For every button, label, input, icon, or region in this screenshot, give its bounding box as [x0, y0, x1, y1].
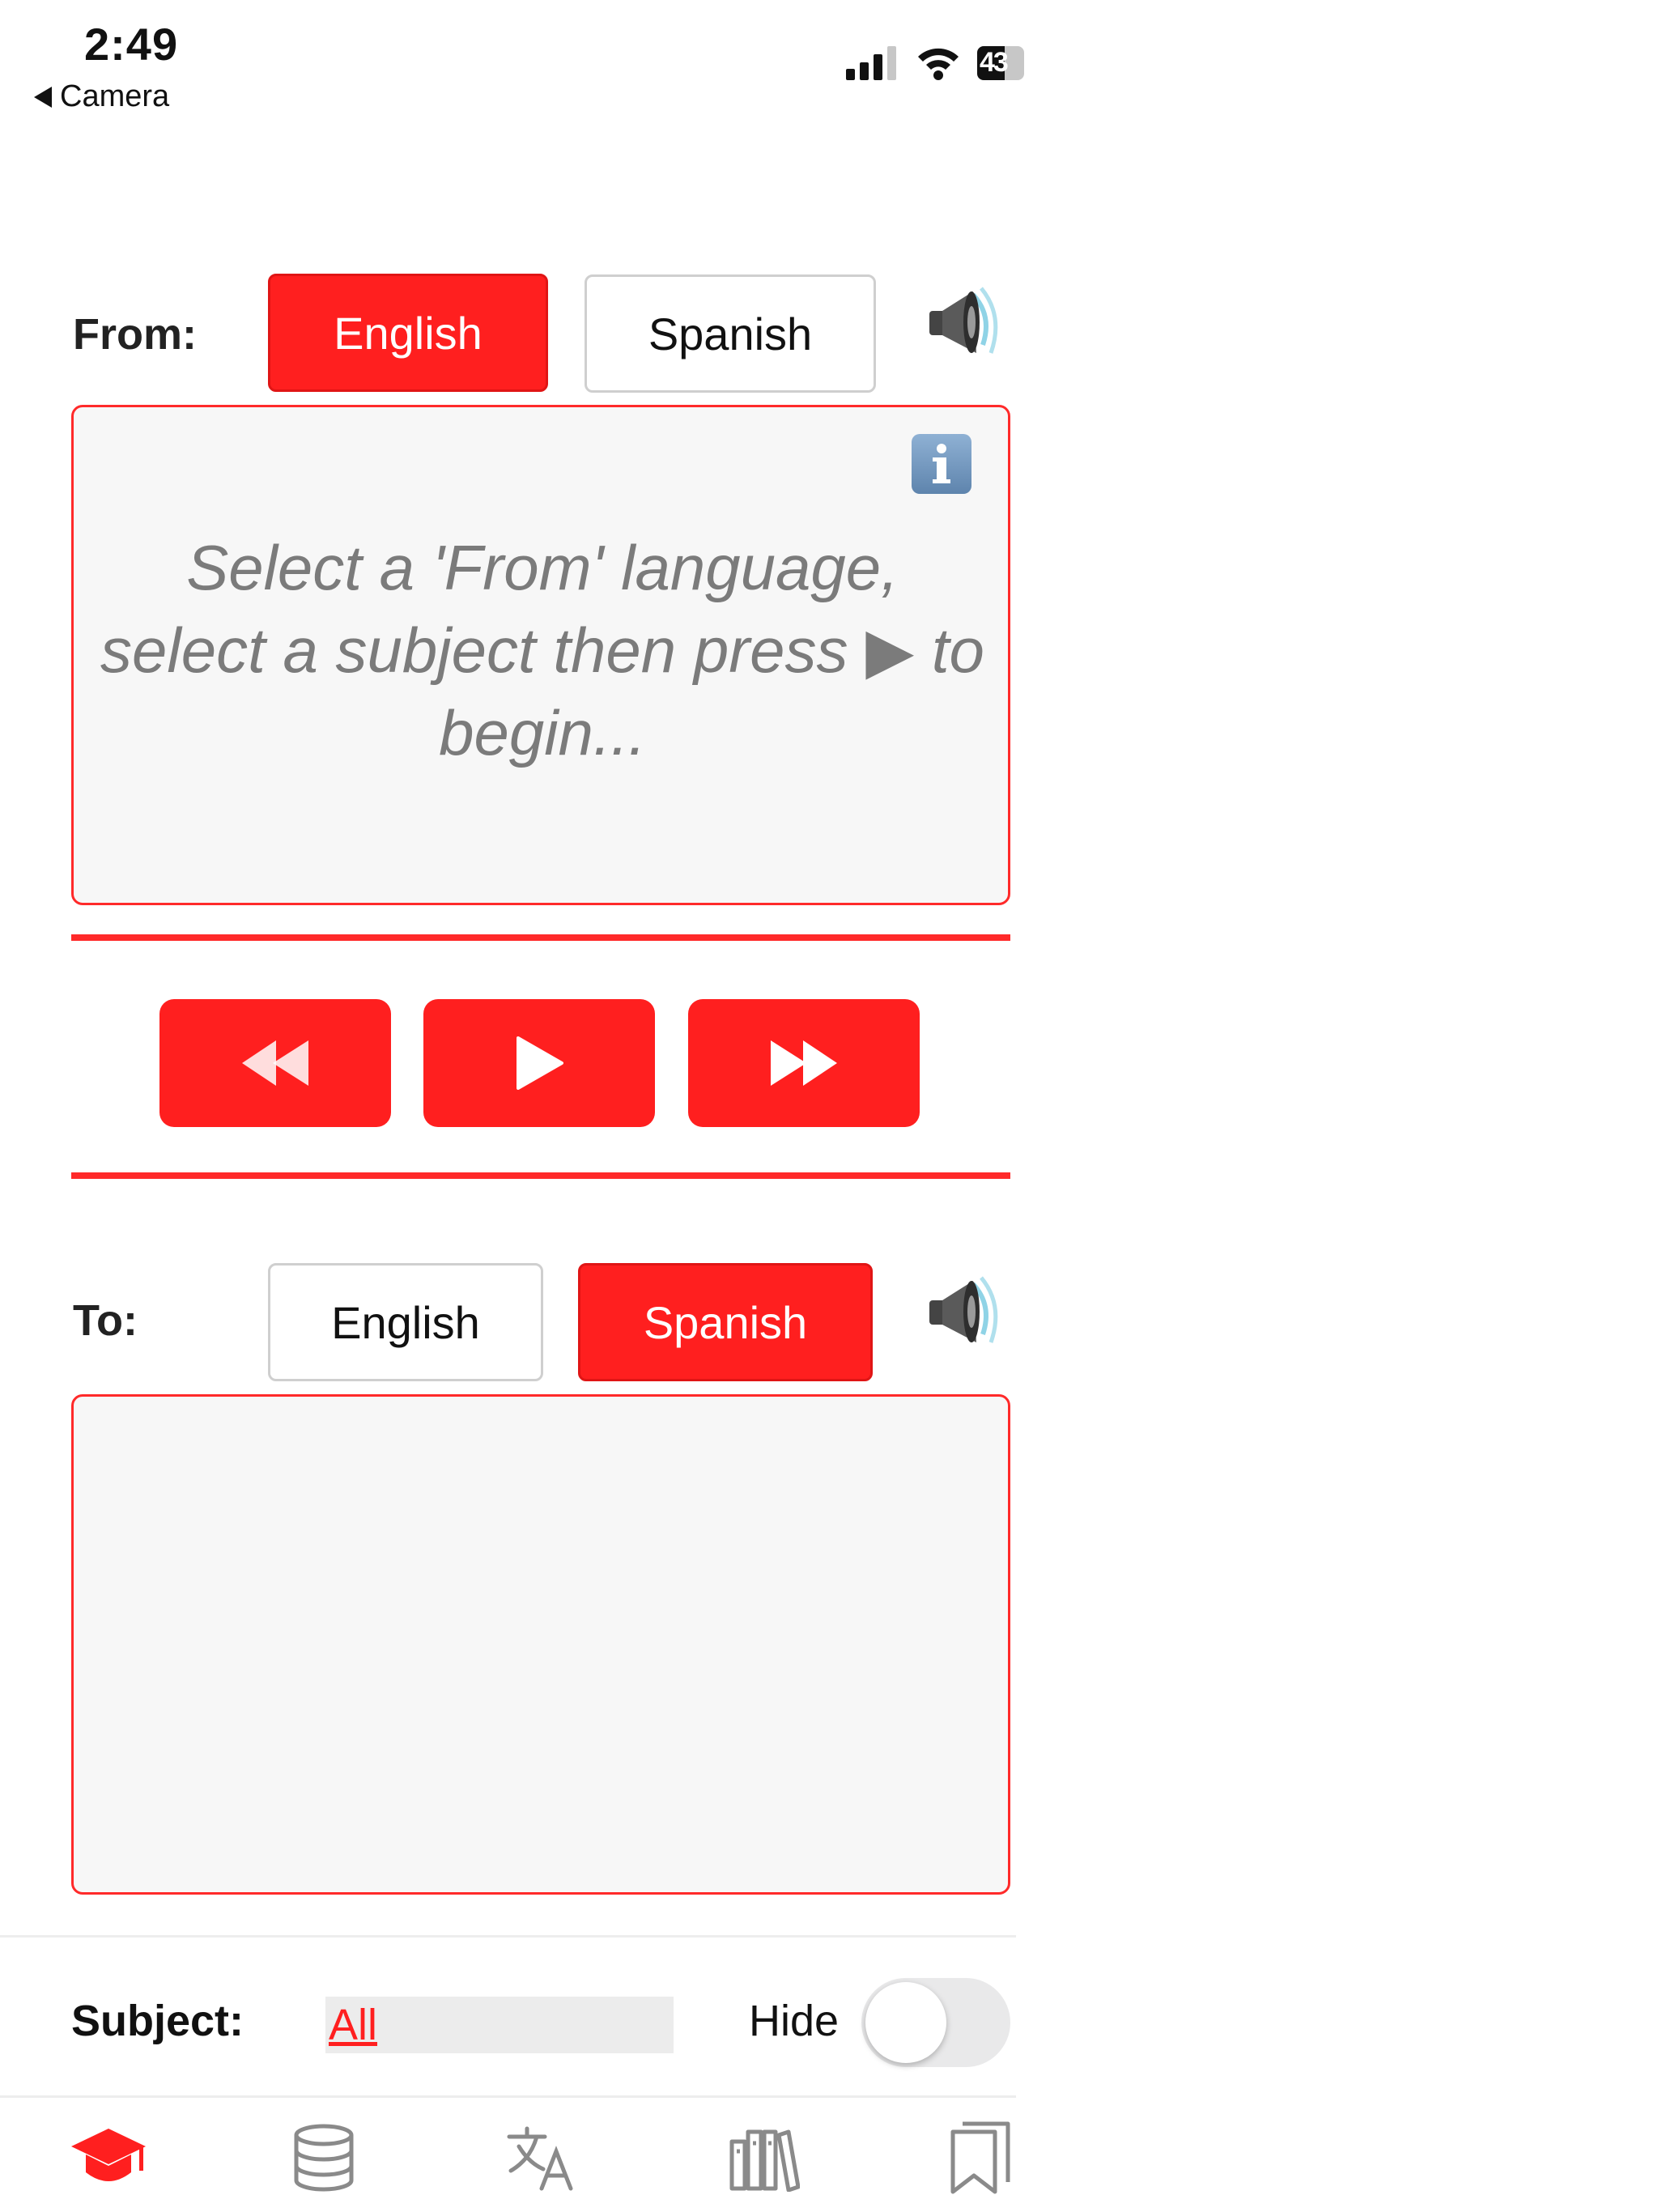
tab-bar-divider — [0, 2095, 1016, 2098]
wifi-icon — [918, 48, 959, 80]
hide-label: Hide — [749, 1997, 840, 2045]
status-icons: 43 — [846, 45, 1024, 80]
play-button[interactable] — [423, 999, 655, 1127]
fast-forward-icon — [771, 1040, 837, 1086]
info-icon[interactable] — [910, 432, 973, 496]
subject-label: Subject: — [71, 1997, 244, 2045]
tab-bookmarks[interactable] — [936, 2117, 1025, 2198]
rewind-button[interactable] — [159, 999, 391, 1127]
tab-database[interactable] — [279, 2117, 368, 2198]
hide-toggle[interactable] — [861, 1978, 1010, 2067]
back-label: Camera — [60, 79, 170, 113]
back-to-camera-link[interactable]: Camera — [34, 79, 169, 114]
subject-value: All — [329, 2001, 378, 2049]
tab-learn[interactable] — [64, 2117, 153, 2198]
hide-toggle-knob — [865, 1982, 946, 2063]
to-spanish-button[interactable]: Spanish — [578, 1263, 873, 1381]
to-label: To: — [73, 1296, 138, 1345]
to-text-box[interactable] — [71, 1394, 1010, 1895]
subject-picker[interactable]: All — [325, 1997, 674, 2053]
status-time: 2:49 — [84, 19, 179, 70]
translate-icon — [507, 2126, 573, 2191]
to-speaker-icon[interactable] — [923, 1273, 1004, 1351]
from-placeholder-text: Select a 'From' language, select a subje… — [100, 532, 984, 768]
bookmark-icon — [950, 2121, 1010, 2194]
fast-forward-button[interactable] — [688, 999, 920, 1127]
rewind-icon — [242, 1040, 308, 1086]
play-icon — [517, 1036, 563, 1090]
back-arrow-icon — [34, 86, 52, 108]
from-label: From: — [73, 310, 197, 359]
battery-level: 43 — [980, 47, 1009, 78]
from-spanish-button[interactable]: Spanish — [585, 274, 876, 393]
cellular-signal-icon — [846, 46, 896, 80]
battery-icon: 43 — [977, 46, 1024, 80]
top-divider — [71, 934, 1010, 941]
bottom-divider — [71, 1172, 1010, 1179]
database-icon — [294, 2124, 354, 2192]
subject-divider-top — [0, 1935, 1016, 1938]
from-speaker-icon[interactable] — [923, 283, 1004, 361]
tab-translate[interactable] — [497, 2117, 586, 2198]
from-english-button[interactable]: English — [268, 274, 548, 392]
to-english-button[interactable]: English — [268, 1263, 543, 1381]
graduation-cap-icon — [71, 2129, 146, 2181]
library-icon — [729, 2129, 800, 2192]
tab-library[interactable] — [720, 2117, 809, 2198]
